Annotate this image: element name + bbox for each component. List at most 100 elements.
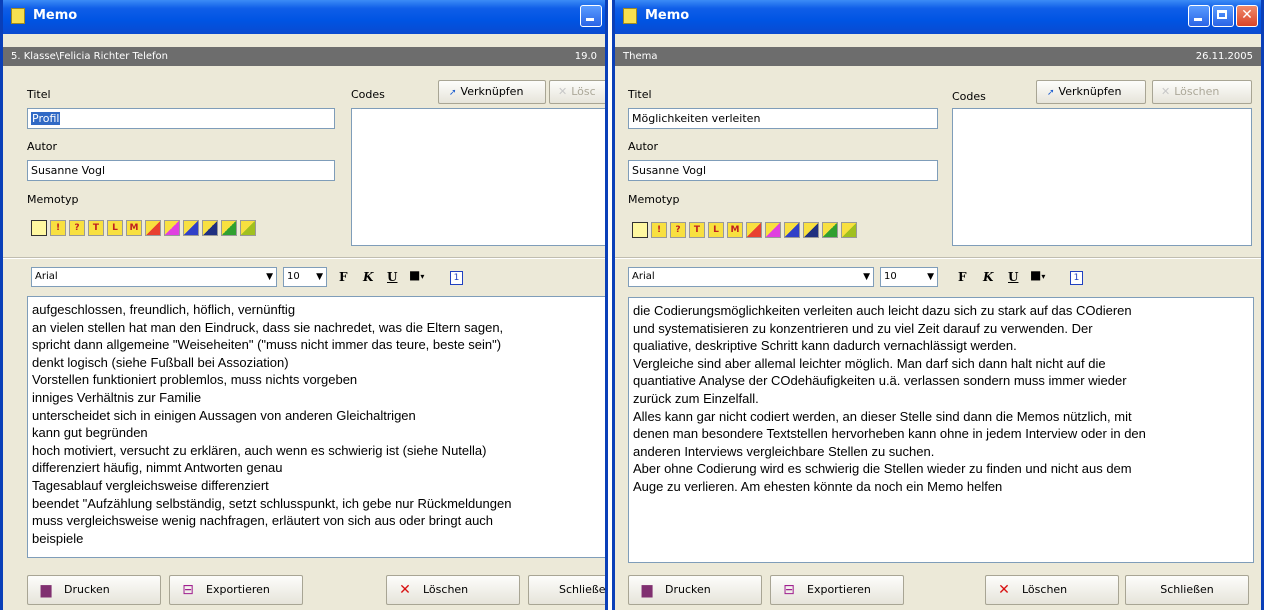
memotype-icon[interactable]: ! xyxy=(651,222,667,238)
memo-text-line: aufgeschlossen, freundlich, höflich, ver… xyxy=(32,302,296,317)
close-button[interactable]: Schließen xyxy=(528,575,605,605)
memotype-icon[interactable] xyxy=(746,222,762,238)
codes-label: Codes xyxy=(351,88,385,101)
codes-label: Codes xyxy=(952,90,986,103)
memotype-icon[interactable]: L xyxy=(708,222,724,238)
delete-button[interactable]: ✕ Löschen xyxy=(386,575,520,605)
memo-text-line: beispiele xyxy=(32,530,84,546)
memo-text-line: und systematisieren zu konzentrieren und… xyxy=(633,320,1093,336)
memo-text-line: Auge zu verlieren. Am ehesten könnte da … xyxy=(633,478,1003,494)
memotype-icon[interactable]: M xyxy=(727,222,743,238)
title-bar[interactable]: Memo ✕ xyxy=(615,0,1261,34)
memotype-icon[interactable] xyxy=(164,220,180,236)
delete-code-button[interactable]: ✕ Löschen xyxy=(1152,80,1252,104)
memo-text-line: anderen Interviews vergleichbare Stellen… xyxy=(633,443,935,459)
italic-button[interactable]: K xyxy=(363,270,373,284)
memotype-icon[interactable] xyxy=(31,220,47,236)
delete-code-button[interactable]: ✕ Lösc xyxy=(549,80,605,104)
printer-icon: ▆ xyxy=(40,582,52,598)
memotype-icon[interactable] xyxy=(240,220,256,236)
titel-input[interactable]: Möglichkeiten verleiten xyxy=(628,108,938,129)
memotype-icon[interactable]: M xyxy=(126,220,142,236)
context-path: Thema xyxy=(623,51,658,62)
memotype-icon[interactable] xyxy=(202,220,218,236)
export-button[interactable]: ⊟ Exportieren xyxy=(770,575,904,605)
memo-app-icon xyxy=(623,8,637,24)
memo-text-area[interactable]: die Codierungsmöglichkeiten verleiten au… xyxy=(628,297,1254,563)
memotype-icon[interactable] xyxy=(183,220,199,236)
memotype-selector[interactable]: !? T L M xyxy=(632,222,857,238)
memo-text-line: Alles kann gar nicht codiert werden, an … xyxy=(633,408,1132,424)
memotype-icon[interactable] xyxy=(841,222,857,238)
memotype-icon[interactable] xyxy=(803,222,819,238)
memotype-selector[interactable]: !? T L M xyxy=(31,220,256,236)
memotype-icon[interactable] xyxy=(632,222,648,238)
divider xyxy=(615,257,1261,259)
minimize-button[interactable] xyxy=(580,5,602,27)
chevron-down-icon: ▼ xyxy=(927,272,934,282)
memo-text-line: denen man besondere Textstellen hervorhe… xyxy=(633,426,1146,442)
export-button[interactable]: ⊟ Exportieren xyxy=(169,575,303,605)
memo-text-line: Vorstellen funktioniert problemlos, muss… xyxy=(32,372,358,388)
minimize-button[interactable] xyxy=(1188,5,1210,27)
link-icon: ➚ xyxy=(449,88,457,98)
memotype-icon[interactable]: L xyxy=(107,220,123,236)
memo-text-line: hoch motiviert, versucht zu erklären, au… xyxy=(32,442,487,458)
memotype-icon[interactable] xyxy=(145,220,161,236)
italic-button[interactable]: K xyxy=(983,270,993,284)
link-icon: ➚ xyxy=(1047,88,1055,98)
memo-window-right: Memo ✕ Thema 26.11.2005 Titel Möglichkei… xyxy=(612,0,1264,610)
memotype-icon[interactable] xyxy=(822,222,838,238)
text-color-button[interactable]: ■▾ xyxy=(409,268,424,282)
memo-text-line: Vergleiche sind aber allemal leichter mö… xyxy=(633,355,1106,371)
memo-text-line: muss vergleichsweise wenig nachfragen, e… xyxy=(32,513,494,529)
memo-text-area[interactable]: aufgeschlossen, freundlich, höflich, ver… xyxy=(27,296,605,558)
memotype-icon[interactable]: ? xyxy=(69,220,85,236)
memotype-icon[interactable]: T xyxy=(689,222,705,238)
codes-list[interactable] xyxy=(351,108,605,246)
memotype-icon[interactable] xyxy=(221,220,237,236)
memo-text-line: denkt logisch (siehe Fußball bei Assozia… xyxy=(32,354,289,370)
memo-text-line: zurück zum Einzelfall. xyxy=(633,390,759,406)
underline-button[interactable]: U xyxy=(1008,270,1018,284)
font-size-select[interactable]: 10 ▼ xyxy=(283,267,327,287)
autor-input[interactable]: Susanne Vogl xyxy=(628,160,938,181)
calendar-icon[interactable]: 1 xyxy=(450,271,463,285)
print-button[interactable]: ▆ Drucken xyxy=(628,575,762,605)
close-icon: ✕ xyxy=(1241,7,1253,23)
memotype-icon[interactable] xyxy=(765,222,781,238)
memotype-icon[interactable]: T xyxy=(88,220,104,236)
link-button[interactable]: ➚ Verknüpfen xyxy=(1036,80,1146,104)
memo-window-left: Memo 5. Klasse\Felicia Richter Telefon 1… xyxy=(0,0,608,610)
text-color-button[interactable]: ■▾ xyxy=(1030,268,1045,282)
titel-label: Titel xyxy=(27,88,51,101)
close-button[interactable]: Schließen xyxy=(1125,575,1249,605)
memotype-icon[interactable] xyxy=(784,222,800,238)
titel-value: Profil xyxy=(31,112,61,125)
font-name-select[interactable]: Arial ▼ xyxy=(31,267,277,287)
autor-input[interactable]: Susanne Vogl xyxy=(27,160,335,181)
calendar-icon[interactable]: 1 xyxy=(1070,271,1083,285)
titel-input[interactable]: Profil xyxy=(27,108,335,129)
maximize-button[interactable] xyxy=(1212,5,1234,27)
title-bar[interactable]: Memo xyxy=(3,0,605,34)
divider xyxy=(3,257,605,259)
font-size-select[interactable]: 10 ▼ xyxy=(880,267,938,287)
bold-button[interactable]: F xyxy=(339,270,348,284)
close-window-button[interactable]: ✕ xyxy=(1236,5,1258,27)
memo-text-line: spricht dann allgemeine "Weiseheiten" ("… xyxy=(32,337,502,353)
memo-text-line: qualiative, deskriptive Schritt kann dad… xyxy=(633,338,1017,354)
chevron-down-icon: ▼ xyxy=(863,272,870,282)
delete-icon: ✕ xyxy=(998,582,1010,598)
print-button[interactable]: ▆ Drucken xyxy=(27,575,161,605)
delete-button[interactable]: ✕ Löschen xyxy=(985,575,1119,605)
memotype-icon[interactable]: ? xyxy=(670,222,686,238)
link-button[interactable]: ➚ Verknüpfen xyxy=(438,80,546,104)
underline-button[interactable]: U xyxy=(387,270,397,284)
bold-button[interactable]: F xyxy=(958,270,967,284)
codes-list[interactable] xyxy=(952,108,1252,246)
memo-text-line: beendet "Aufzählung selbständig, setzt s… xyxy=(32,495,512,511)
font-name-select[interactable]: Arial ▼ xyxy=(628,267,874,287)
context-header: 5. Klasse\Felicia Richter Telefon 19.0 xyxy=(3,47,605,66)
memotype-icon[interactable]: ! xyxy=(50,220,66,236)
